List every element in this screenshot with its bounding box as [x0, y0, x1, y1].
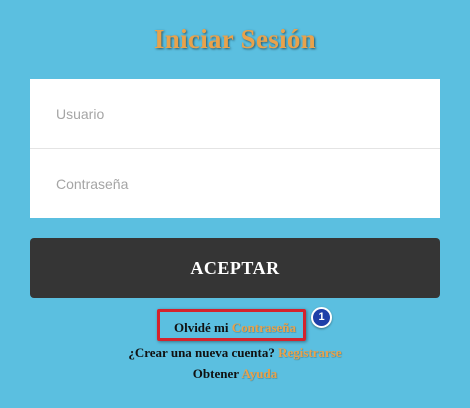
forgot-password-link[interactable]: Contraseña: [232, 320, 296, 335]
step-number-badge: 1: [311, 307, 332, 328]
forgot-password-line: Olvidé mi Contraseña: [0, 320, 470, 336]
help-link[interactable]: Ayuda: [241, 366, 277, 381]
register-line: ¿Crear una nueva cuenta? Registrarse: [0, 345, 470, 361]
register-link[interactable]: Registrarse: [278, 345, 342, 360]
username-input[interactable]: [30, 79, 440, 148]
page-title: Iniciar Sesión: [154, 24, 316, 54]
password-input[interactable]: [30, 149, 440, 218]
help-prefix: Obtener: [192, 366, 239, 381]
help-line: Obtener Ayuda: [0, 366, 470, 382]
register-prefix: ¿Crear una nueva cuenta?: [128, 345, 275, 360]
forgot-password-prefix: Olvidé mi: [173, 320, 229, 335]
login-form: [30, 79, 440, 218]
accept-button[interactable]: ACEPTAR: [30, 238, 440, 298]
